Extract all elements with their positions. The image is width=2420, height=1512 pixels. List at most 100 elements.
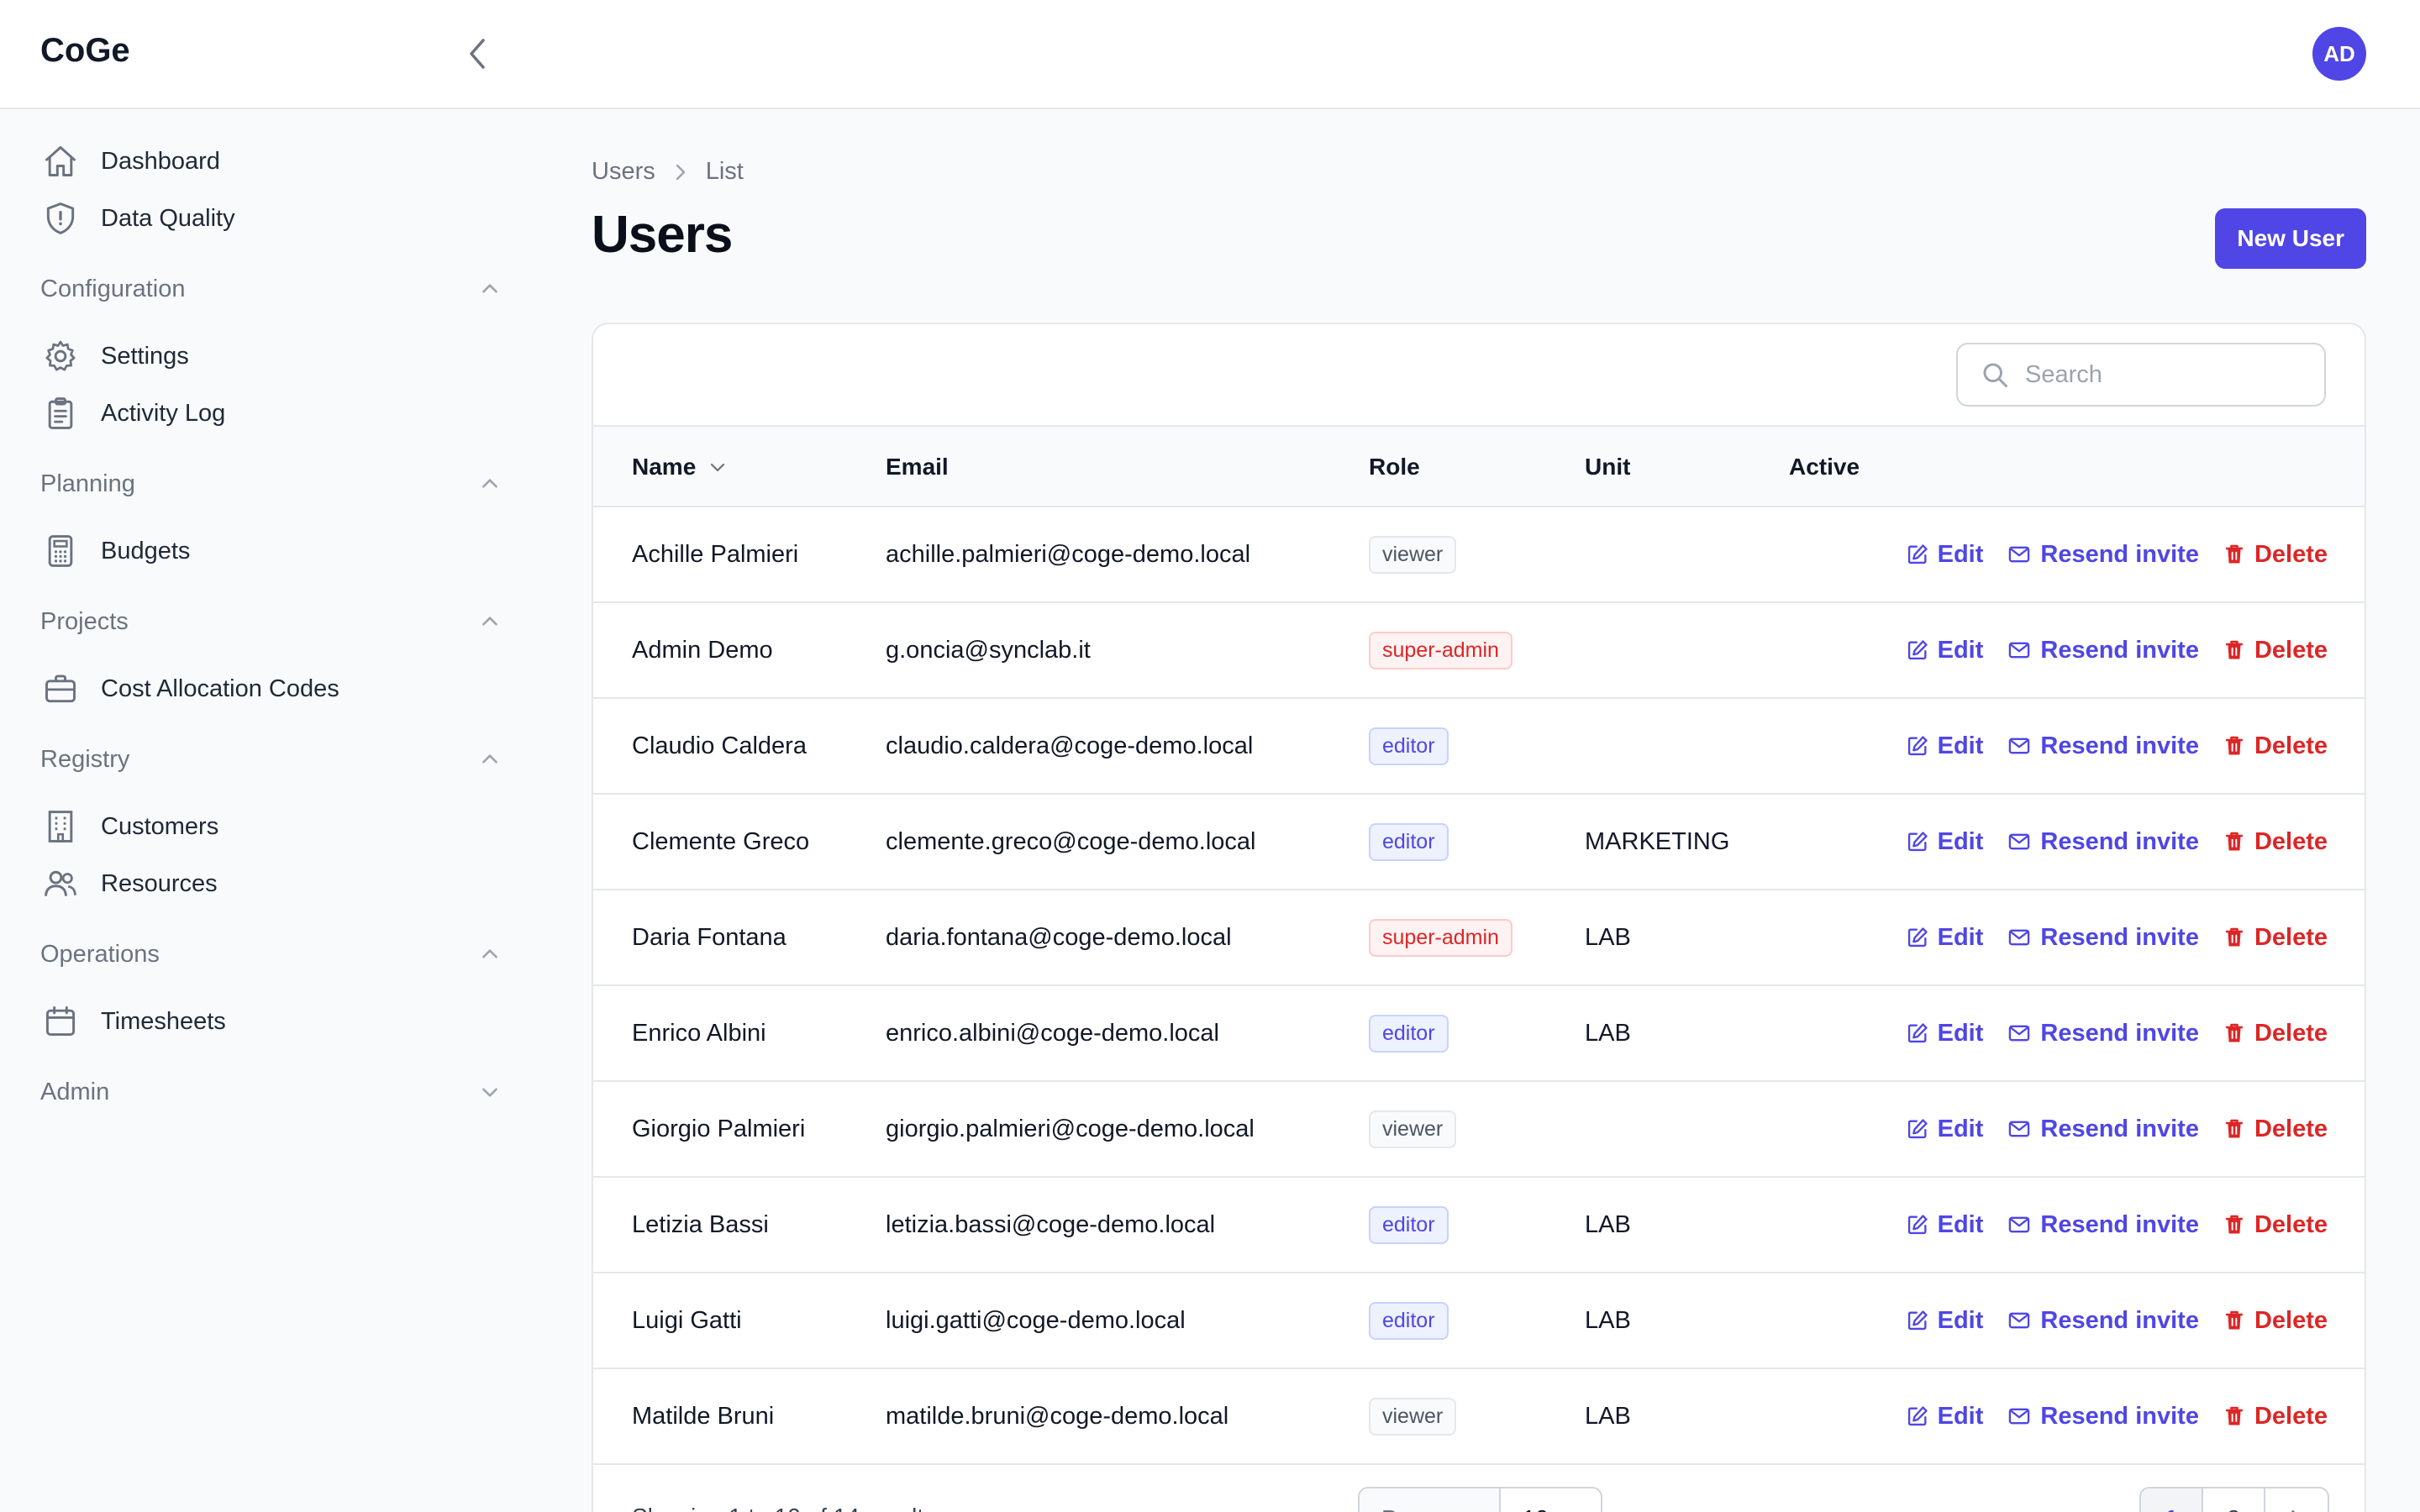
resend-invite-button[interactable]: Resend invite xyxy=(2007,1403,2199,1431)
edit-button[interactable]: Edit xyxy=(1906,1211,1983,1239)
resend-invite-label: Resend invite xyxy=(2040,1019,2199,1047)
resend-invite-button[interactable]: Resend invite xyxy=(2007,732,2199,760)
search-field[interactable] xyxy=(1956,343,2326,407)
table-row: Luigi Gatti luigi.gatti@coge-demo.local ed… xyxy=(593,1273,2365,1369)
delete-label: Delete xyxy=(2254,636,2328,664)
page-button-2[interactable]: 2 xyxy=(2203,1488,2265,1512)
chevron-up-icon xyxy=(482,284,497,293)
edit-button[interactable]: Edit xyxy=(1906,1403,1983,1431)
delete-label: Delete xyxy=(2254,1402,2328,1430)
brand-logo[interactable]: CoGe xyxy=(40,32,130,70)
chevron-up-icon xyxy=(482,617,497,626)
page-title: Users xyxy=(592,206,733,264)
breadcrumb-users-link[interactable]: Users xyxy=(592,158,655,186)
sidebar-item-label: Settings xyxy=(101,342,189,370)
cell-email: letizia.bassi@coge-demo.local xyxy=(886,1210,1216,1238)
delete-button[interactable]: Delete xyxy=(2223,1116,2328,1143)
sidebar-item-label: Budgets xyxy=(101,537,191,564)
cell-role: editor xyxy=(1369,795,1449,889)
cell-role: editor xyxy=(1369,699,1449,793)
collapse-sidebar-button[interactable] xyxy=(460,35,494,72)
home-icon xyxy=(40,141,81,181)
resend-invite-label: Resend invite xyxy=(2040,732,2199,759)
edit-button[interactable]: Edit xyxy=(1906,732,1984,760)
edit-icon xyxy=(1907,1310,1928,1331)
edit-button[interactable]: Edit xyxy=(1906,1307,1983,1335)
search-input[interactable] xyxy=(2025,360,2311,389)
cell-role: editor xyxy=(1369,1178,1449,1272)
resend-invite-button[interactable]: Resend invite xyxy=(2007,541,2199,569)
edit-button[interactable]: Edit xyxy=(1906,1020,1983,1047)
cell-unit: MARKETING xyxy=(1585,827,1730,855)
sidebar-item-timesheets[interactable]: Timesheets xyxy=(40,996,226,1047)
delete-button[interactable]: Delete xyxy=(2223,637,2328,664)
resend-invite-button[interactable]: Resend invite xyxy=(2007,637,2199,664)
role-badge: viewer xyxy=(1369,1110,1457,1148)
sidebar-item-settings[interactable]: Settings xyxy=(40,331,189,381)
edit-button[interactable]: Edit xyxy=(1906,828,1983,856)
edit-button[interactable]: Edit xyxy=(1906,1115,1984,1143)
role-badge: super-admin xyxy=(1369,631,1512,669)
mail-icon xyxy=(2009,1121,2030,1137)
user-avatar[interactable]: AD xyxy=(2312,27,2366,81)
per-page-select[interactable]: Per page 10 xyxy=(1358,1487,1602,1512)
new-user-button[interactable]: New User xyxy=(2215,208,2366,269)
column-header-name[interactable]: Name xyxy=(632,427,728,507)
resend-invite-button[interactable]: Resend invite xyxy=(2007,1020,2199,1047)
edit-button[interactable]: Edit xyxy=(1906,637,1983,664)
resend-invite-label: Resend invite xyxy=(2040,827,2199,855)
sidebar-group-label: Operations xyxy=(40,940,160,968)
mail-icon xyxy=(2009,546,2030,563)
sidebar-group-label: Projects xyxy=(40,607,129,635)
chevron-up-icon xyxy=(482,754,497,764)
sidebar-item-dashboard[interactable]: Dashboard xyxy=(40,136,220,186)
per-page-value[interactable]: 10 xyxy=(1501,1488,1601,1512)
search-icon xyxy=(1983,363,2007,387)
row-actions: Edit Resend invite Delete xyxy=(1906,603,2328,697)
sidebar-group-projects[interactable]: Projects xyxy=(40,598,501,645)
delete-button[interactable]: Delete xyxy=(2223,1211,2328,1239)
mail-icon xyxy=(2009,1025,2030,1042)
sidebar-item-budgets[interactable]: Budgets xyxy=(40,526,190,576)
edit-label: Edit xyxy=(1937,732,1984,759)
table-row: Giorgio Palmieri giorgio.palmieri@coge-de… xyxy=(593,1082,2365,1178)
resend-invite-button[interactable]: Resend invite xyxy=(2007,924,2199,952)
cell-name: Letizia Bassi xyxy=(632,1210,769,1238)
edit-button[interactable]: Edit xyxy=(1906,541,1983,569)
cell-email: matilde.bruni@coge-demo.local xyxy=(886,1402,1229,1430)
delete-button[interactable]: Delete xyxy=(2223,1403,2328,1431)
next-page-button[interactable] xyxy=(2265,1488,2328,1512)
sidebar-item-activity-log[interactable]: Activity Log xyxy=(40,388,225,438)
mail-icon xyxy=(2009,929,2030,946)
sidebar-item-resources[interactable]: Resources xyxy=(40,858,218,909)
sidebar-item-cost-allocation-codes[interactable]: Cost Allocation Codes xyxy=(40,664,339,714)
sidebar-item-customers[interactable]: Customers xyxy=(40,801,218,852)
resend-invite-button[interactable]: Resend invite xyxy=(2007,1211,2199,1239)
resend-invite-button[interactable]: Resend invite xyxy=(2007,1116,2199,1143)
delete-button[interactable]: Delete xyxy=(2223,732,2328,760)
results-summary: Showing 1 to 10 of 14 results xyxy=(632,1504,935,1512)
edit-label: Edit xyxy=(1937,1115,1984,1142)
sidebar-group-admin[interactable]: Admin xyxy=(40,1068,501,1116)
edit-button[interactable]: Edit xyxy=(1906,924,1983,952)
calendar-icon xyxy=(40,1001,81,1042)
cell-name: Daria Fontana xyxy=(632,923,786,951)
resend-invite-button[interactable]: Resend invite xyxy=(2007,1307,2199,1335)
sidebar-group-operations[interactable]: Operations xyxy=(40,931,501,978)
resend-invite-label: Resend invite xyxy=(2040,1402,2199,1430)
delete-button[interactable]: Delete xyxy=(2223,828,2328,856)
cell-name: Enrico Albini xyxy=(632,1019,766,1047)
sidebar-group-label: Registry xyxy=(40,745,130,773)
page-button-1[interactable]: 1 xyxy=(2141,1488,2203,1512)
delete-button[interactable]: Delete xyxy=(2223,541,2328,569)
sidebar-group-planning[interactable]: Planning xyxy=(40,460,501,507)
delete-label: Delete xyxy=(2254,1115,2328,1142)
delete-button[interactable]: Delete xyxy=(2223,1020,2328,1047)
sidebar-group-configuration[interactable]: Configuration xyxy=(40,265,501,312)
delete-button[interactable]: Delete xyxy=(2223,924,2328,952)
row-actions: Edit Resend invite Delete xyxy=(1906,699,2328,793)
sidebar-item-data-quality[interactable]: Data Quality xyxy=(40,193,235,244)
sidebar-group-registry[interactable]: Registry xyxy=(40,736,501,783)
delete-button[interactable]: Delete xyxy=(2223,1307,2328,1335)
resend-invite-button[interactable]: Resend invite xyxy=(2007,828,2199,856)
